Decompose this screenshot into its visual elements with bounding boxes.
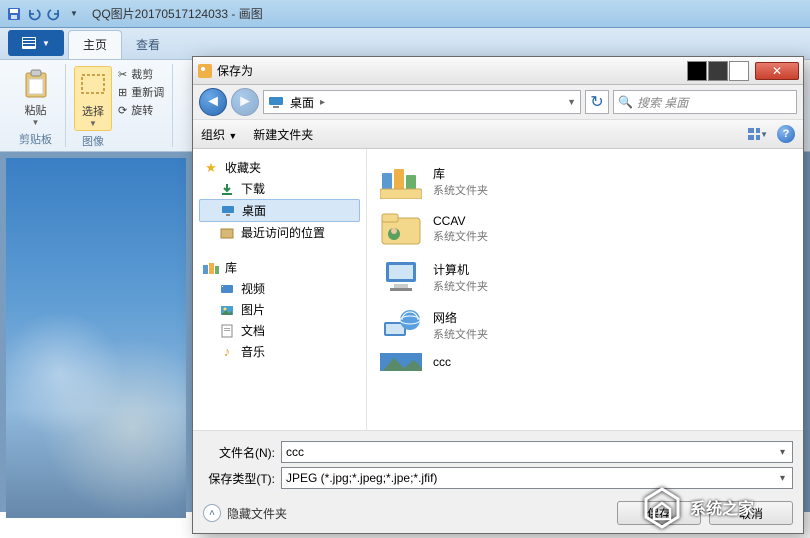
filetype-label: 保存类型(T): (203, 470, 275, 487)
libraries-icon (203, 260, 219, 276)
resize-icon: ⊞ (118, 86, 127, 99)
videos-icon (219, 281, 235, 297)
qat-redo-icon[interactable] (46, 6, 62, 22)
save-button[interactable]: 保存 (617, 501, 701, 525)
rotate-button[interactable]: ⟳旋转 (118, 102, 164, 118)
ribbon-group-clipboard: 粘贴 ▼ 剪贴板 (6, 64, 66, 147)
desktop-icon (268, 94, 284, 110)
nav-music[interactable]: ♪ 音乐 (199, 341, 360, 362)
hide-folders-toggle[interactable]: ˄ 隐藏文件夹 (203, 504, 287, 522)
list-item[interactable]: 库系统文件夹 (373, 157, 797, 205)
dialog-toolbar: 组织 ▼ 新建文件夹 ▼ ? (193, 119, 803, 149)
documents-icon (219, 323, 235, 339)
computer-icon (379, 257, 423, 297)
desktop-icon (220, 203, 236, 219)
clipboard-icon (20, 68, 52, 100)
filename-field[interactable] (286, 445, 777, 459)
dialog-app-icon (197, 63, 213, 79)
view-mode-button[interactable]: ▼ (747, 125, 769, 143)
nav-downloads[interactable]: 下载 (199, 178, 360, 199)
address-dropdown-icon[interactable]: ▼ (567, 97, 576, 107)
nav-back-button[interactable]: ◄ (199, 88, 227, 116)
file-list: 库系统文件夹 CCAV系统文件夹 计算机系统文件夹 网络系统文件夹 ccc (367, 149, 803, 430)
file-menu-button[interactable]: ▼ (8, 30, 64, 56)
canvas-image[interactable] (6, 158, 186, 518)
help-button[interactable]: ? (777, 125, 795, 143)
chevron-up-icon: ˄ (203, 504, 221, 522)
address-bar[interactable]: 桌面 ▸ ▼ (263, 90, 581, 114)
close-button[interactable]: ✕ (755, 62, 799, 80)
nav-documents[interactable]: 文档 (199, 320, 360, 341)
list-item[interactable]: 网络系统文件夹 (373, 301, 797, 349)
dialog-body: ★ 收藏夹 下载 桌面 最近访问的位置 (193, 149, 803, 430)
recent-icon (219, 225, 235, 241)
list-item[interactable]: 计算机系统文件夹 (373, 253, 797, 301)
nav-forward-button[interactable]: ► (231, 88, 259, 116)
color-palette-preview (687, 61, 749, 81)
image-group-label: 图像 (82, 133, 104, 149)
star-icon: ★ (203, 160, 219, 176)
dialog-title-text: 保存为 (213, 62, 687, 79)
chevron-down-icon[interactable]: ▾ (777, 473, 788, 484)
list-item[interactable]: ccc (373, 349, 797, 375)
refresh-icon: ↻ (590, 92, 603, 112)
close-icon: ✕ (772, 64, 782, 78)
resize-button[interactable]: ⊞重新调 (118, 84, 164, 100)
clipboard-group-label: 剪贴板 (19, 131, 52, 147)
nav-videos[interactable]: 视频 (199, 278, 360, 299)
list-item[interactable]: CCAV系统文件夹 (373, 205, 797, 253)
crop-button[interactable]: ✂裁剪 (118, 66, 164, 82)
paint-title-text: QQ图片20170517124033 - 画图 (92, 5, 263, 22)
dialog-bottom: 文件名(N): ▾ 保存类型(T): JPEG (*.jpg;*.jpeg;*.… (193, 430, 803, 533)
image-thumbnail-icon (379, 353, 423, 371)
tab-home[interactable]: 主页 (68, 30, 122, 59)
chevron-right-icon[interactable]: ▸ (320, 97, 325, 108)
search-input[interactable]: 🔍 搜索 桌面 (613, 90, 797, 114)
tab-view[interactable]: 查看 (122, 31, 174, 59)
refresh-button[interactable]: ↻ (585, 90, 609, 114)
user-folder-icon (379, 209, 423, 249)
save-as-dialog: 保存为 ✕ ◄ ► 桌面 ▸ ▼ ↻ 🔍 搜索 桌面 组织 ▼ 新建文件夹 ▼ … (192, 56, 804, 534)
ribbon-group-image: 选择 ▼ 图像 ✂裁剪 ⊞重新调 ⟳旋转 (66, 64, 173, 147)
arrow-left-icon: ◄ (205, 93, 221, 111)
search-placeholder: 搜索 桌面 (637, 94, 688, 111)
select-icon (77, 69, 109, 101)
chevron-down-icon: ▼ (228, 131, 237, 141)
filetype-value: JPEG (*.jpg;*.jpeg;*.jpe;*.jfif) (286, 471, 437, 485)
filetype-select[interactable]: JPEG (*.jpg;*.jpeg;*.jpe;*.jfif) ▾ (281, 467, 793, 489)
arrow-right-icon: ► (237, 93, 253, 111)
filename-label: 文件名(N): (203, 444, 275, 461)
address-row: ◄ ► 桌面 ▸ ▼ ↻ 🔍 搜索 桌面 (193, 85, 803, 119)
cancel-button[interactable]: 取消 (709, 501, 793, 525)
nav-pictures[interactable]: 图片 (199, 299, 360, 320)
favorites-header[interactable]: ★ 收藏夹 (199, 157, 360, 178)
nav-desktop[interactable]: 桌面 (199, 199, 360, 222)
music-icon: ♪ (219, 344, 235, 360)
crop-icon: ✂ (118, 68, 127, 81)
select-button[interactable]: 选择 ▼ (74, 66, 112, 131)
qat-undo-icon[interactable] (26, 6, 42, 22)
filename-input[interactable]: ▾ (281, 441, 793, 463)
nav-recent[interactable]: 最近访问的位置 (199, 222, 360, 243)
navigation-pane: ★ 收藏夹 下载 桌面 最近访问的位置 (193, 149, 367, 430)
libraries-icon (379, 161, 423, 201)
search-icon: 🔍 (618, 95, 633, 109)
paint-titlebar: ▼ QQ图片20170517124033 - 画图 (0, 0, 810, 28)
network-icon (379, 305, 423, 345)
organize-button[interactable]: 组织 ▼ (201, 126, 237, 143)
chevron-down-icon[interactable]: ▾ (777, 447, 788, 458)
breadcrumb-desktop[interactable]: 桌面 (284, 92, 320, 113)
dialog-titlebar[interactable]: 保存为 ✕ (193, 57, 803, 85)
libraries-header[interactable]: 库 (199, 257, 360, 278)
paste-button[interactable]: 粘贴 ▼ (18, 66, 54, 129)
pictures-icon (219, 302, 235, 318)
rotate-icon: ⟳ (118, 104, 127, 117)
new-folder-button[interactable]: 新建文件夹 (253, 126, 313, 143)
qat-save-icon[interactable] (6, 6, 22, 22)
qat-dropdown-icon[interactable]: ▼ (66, 6, 82, 22)
download-icon (219, 181, 235, 197)
